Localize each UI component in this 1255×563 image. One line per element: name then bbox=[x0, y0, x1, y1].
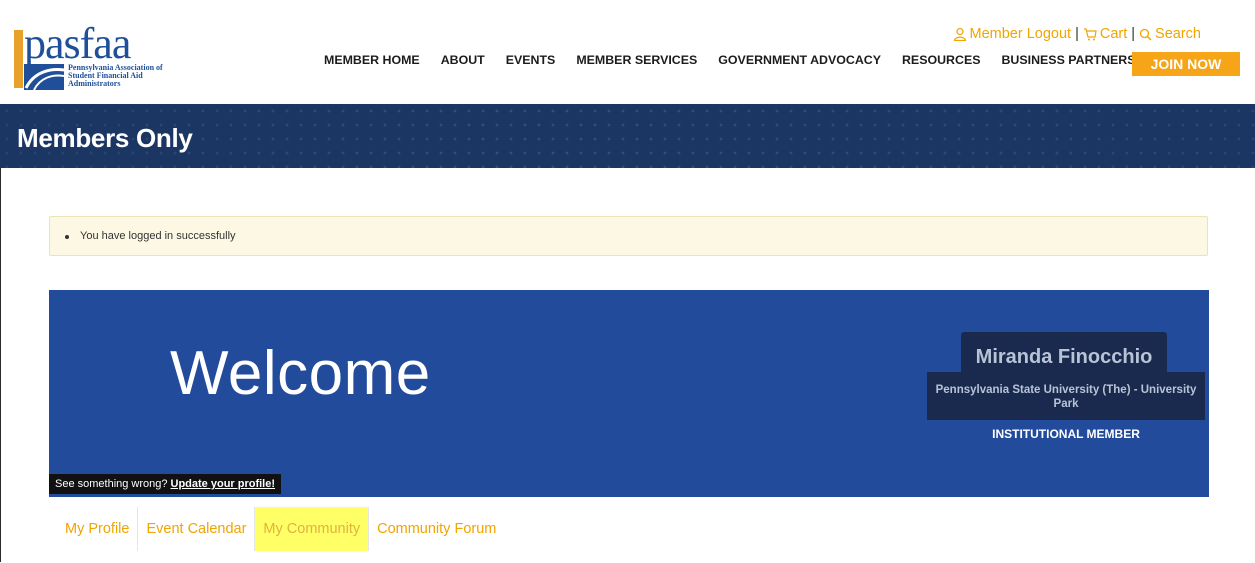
search-link[interactable]: Search bbox=[1139, 26, 1201, 42]
nav-member-services[interactable]: MEMBER SERVICES bbox=[576, 53, 697, 67]
pasfaa-logo[interactable]: pasfaa Pennsylvania Association of Stude… bbox=[14, 22, 218, 92]
member-logout-link[interactable]: Member Logout bbox=[953, 26, 1071, 42]
nav-member-home[interactable]: MEMBER HOME bbox=[324, 53, 420, 67]
logo-swoosh-icon bbox=[24, 64, 64, 90]
login-success-alert: You have logged in successfully bbox=[49, 216, 1208, 256]
welcome-heading: Welcome bbox=[170, 339, 431, 408]
site-header: pasfaa Pennsylvania Association of Stude… bbox=[0, 0, 1255, 104]
tab-event-calendar[interactable]: Event Calendar bbox=[138, 507, 256, 551]
join-now-button[interactable]: JOIN NOW bbox=[1132, 52, 1240, 76]
logo-wordmark: pasfaa bbox=[24, 19, 131, 68]
nav-business-partners[interactable]: BUSINESS PARTNERS bbox=[1001, 53, 1135, 67]
membership-type: INSTITUTIONAL MEMBER bbox=[992, 427, 1140, 441]
page-banner: Members Only bbox=[0, 104, 1255, 168]
nav-about[interactable]: ABOUT bbox=[441, 53, 485, 67]
logo-subtitle: Pennsylvania Association of Student Fina… bbox=[68, 63, 163, 88]
logo-stripe bbox=[14, 30, 23, 88]
search-icon bbox=[1139, 28, 1152, 41]
cart-link[interactable]: Cart bbox=[1083, 26, 1127, 42]
alert-message: You have logged in successfully bbox=[80, 230, 236, 242]
bullet-icon bbox=[65, 235, 69, 239]
member-organization: Pennsylvania State University (The) - Un… bbox=[935, 384, 1197, 410]
main-nav: MEMBER HOME ABOUT EVENTS MEMBER SERVICES… bbox=[324, 53, 1157, 67]
nav-government-advocacy[interactable]: GOVERNMENT ADVOCACY bbox=[718, 53, 881, 67]
update-profile-link[interactable]: Update your profile! bbox=[171, 478, 276, 490]
welcome-panel: Welcome Miranda Finocchio Pennsylvania S… bbox=[49, 290, 1209, 497]
member-tabs: My Profile Event Calendar My Community C… bbox=[57, 507, 504, 551]
tab-community-forum[interactable]: Community Forum bbox=[369, 507, 504, 551]
member-name: Miranda Finocchio bbox=[975, 346, 1153, 368]
tab-my-profile[interactable]: My Profile bbox=[57, 507, 139, 551]
cart-icon bbox=[1083, 28, 1097, 41]
profile-notice: See something wrong? Update your profile… bbox=[49, 474, 282, 494]
nav-events[interactable]: EVENTS bbox=[506, 53, 556, 67]
page-title: Members Only bbox=[17, 123, 193, 153]
user-icon bbox=[953, 27, 966, 41]
utility-links: Member Logout | Cart | Search bbox=[953, 26, 1201, 42]
tab-my-community[interactable]: My Community bbox=[255, 507, 370, 551]
nav-resources[interactable]: RESOURCES bbox=[902, 53, 981, 67]
